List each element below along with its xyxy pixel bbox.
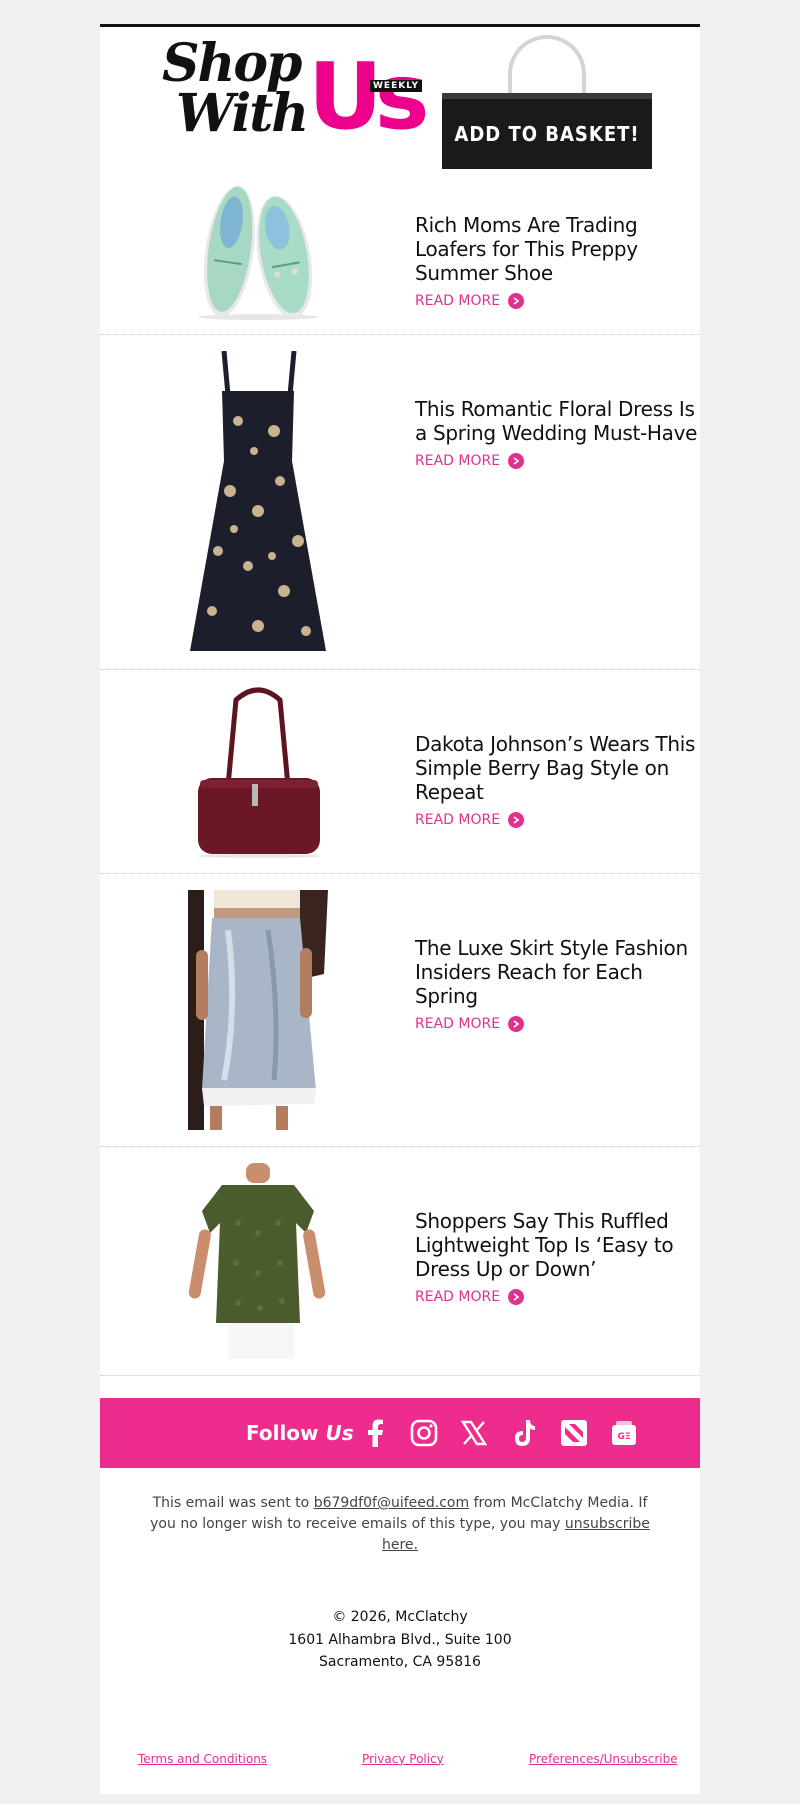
- follow-text: Follow: [246, 1421, 319, 1445]
- legal-links: Terms and Conditions Privacy Policy Pref…: [100, 1674, 700, 1794]
- article-text: This Romantic Floral Dress Is a Spring W…: [415, 397, 700, 469]
- logo-with: With: [176, 83, 309, 144]
- add-to-basket-label: ADD TO BASKET!: [454, 122, 640, 146]
- read-more-label: READ MORE: [415, 812, 501, 828]
- company-address: © 2026, McClatchy 1601 Alhambra Blvd., S…: [100, 1606, 700, 1674]
- footer-disclaimer: This email was sent to b679df0f@uifeed.c…: [100, 1468, 700, 1556]
- follow-us-bar: Follow Us GΞ: [100, 1398, 700, 1468]
- bag-body: ADD TO BASKET!: [442, 93, 652, 169]
- read-more-label: READ MORE: [415, 1289, 501, 1305]
- read-more-link[interactable]: READ MORE: [415, 293, 700, 309]
- article-title[interactable]: Shoppers Say This Ruffled Lightweight To…: [415, 1209, 700, 1281]
- article-card: The Luxe Skirt Style Fashion Insiders Re…: [100, 874, 700, 1147]
- ruffled-top-image[interactable]: [188, 1163, 328, 1359]
- article-title[interactable]: Rich Moms Are Trading Loafers for This P…: [415, 213, 700, 285]
- read-more-link[interactable]: READ MORE: [415, 1016, 700, 1032]
- chevron-right-icon: [508, 293, 525, 309]
- article-title[interactable]: The Luxe Skirt Style Fashion Insiders Re…: [415, 936, 700, 1008]
- follow-us-text: Us: [325, 1421, 354, 1445]
- privacy-link[interactable]: Privacy Policy: [362, 1752, 444, 1766]
- article-text: The Luxe Skirt Style Fashion Insiders Re…: [415, 936, 700, 1032]
- tiktok-icon[interactable]: [509, 1418, 539, 1448]
- recipient-email-link[interactable]: b679df0f@uifeed.com: [314, 1495, 469, 1511]
- article-text: Shoppers Say This Ruffled Lightweight To…: [415, 1209, 700, 1305]
- svg-text:GΞ: GΞ: [617, 1432, 630, 1442]
- read-more-label: READ MORE: [415, 1016, 501, 1032]
- read-more-label: READ MORE: [415, 453, 501, 469]
- chevron-right-icon: [508, 453, 525, 469]
- read-more-link[interactable]: READ MORE: [415, 453, 700, 469]
- address-line-1: 1601 Alhambra Blvd., Suite 100: [288, 1631, 512, 1648]
- apple-news-icon[interactable]: [559, 1418, 589, 1448]
- article-card: Shoppers Say This Ruffled Lightweight To…: [100, 1147, 700, 1376]
- instagram-icon[interactable]: [409, 1418, 439, 1448]
- article-card: Dakota Johnson’s Wears This Simple Berry…: [100, 670, 700, 874]
- article-title[interactable]: This Romantic Floral Dress Is a Spring W…: [415, 397, 700, 445]
- sent-prefix: This email was sent to: [152, 1495, 310, 1511]
- berry-bag-image[interactable]: [188, 686, 328, 858]
- logo-shop-with-text: Shop With: [162, 33, 309, 144]
- logo-shop: Shop: [162, 33, 302, 94]
- copyright: © 2026, McClatchy: [332, 1609, 468, 1625]
- article-title[interactable]: Dakota Johnson’s Wears This Simple Berry…: [415, 732, 700, 804]
- satin-skirt-image[interactable]: [188, 890, 328, 1130]
- read-more-link[interactable]: READ MORE: [415, 1289, 700, 1305]
- chevron-right-icon: [508, 1289, 525, 1305]
- terms-link[interactable]: Terms and Conditions: [138, 1752, 267, 1766]
- chevron-right-icon: [508, 1016, 525, 1032]
- facebook-icon[interactable]: [360, 1418, 390, 1448]
- preferences-link[interactable]: Preferences/Unsubscribe: [529, 1752, 678, 1766]
- address-line-2: Sacramento, CA 95816: [319, 1654, 481, 1670]
- email-container: Shop With Us WEEKLY ADD TO BASKET! Rich …: [100, 24, 700, 1794]
- google-news-icon[interactable]: GΞ: [609, 1418, 639, 1448]
- article-card: This Romantic Floral Dress Is a Spring W…: [100, 335, 700, 670]
- article-card: Rich Moms Are Trading Loafers for This P…: [100, 169, 700, 335]
- logo-weekly: WEEKLY: [370, 80, 423, 92]
- chevron-right-icon: [508, 812, 525, 828]
- loafer-shoes-image[interactable]: [188, 177, 328, 321]
- add-to-basket-bag[interactable]: ADD TO BASKET!: [442, 35, 652, 169]
- follow-us-label: Follow Us: [246, 1421, 354, 1445]
- article-text: Rich Moms Are Trading Loafers for This P…: [415, 213, 700, 309]
- floral-dress-image[interactable]: [188, 350, 328, 653]
- read-more-link[interactable]: READ MORE: [415, 812, 700, 828]
- logo-us: Us: [308, 43, 430, 150]
- header: Shop With Us WEEKLY ADD TO BASKET!: [100, 27, 700, 169]
- x-icon[interactable]: [459, 1418, 489, 1448]
- shop-with-us-logo[interactable]: Shop With Us WEEKLY: [162, 33, 432, 150]
- article-text: Dakota Johnson’s Wears This Simple Berry…: [415, 732, 700, 828]
- read-more-label: READ MORE: [415, 293, 501, 309]
